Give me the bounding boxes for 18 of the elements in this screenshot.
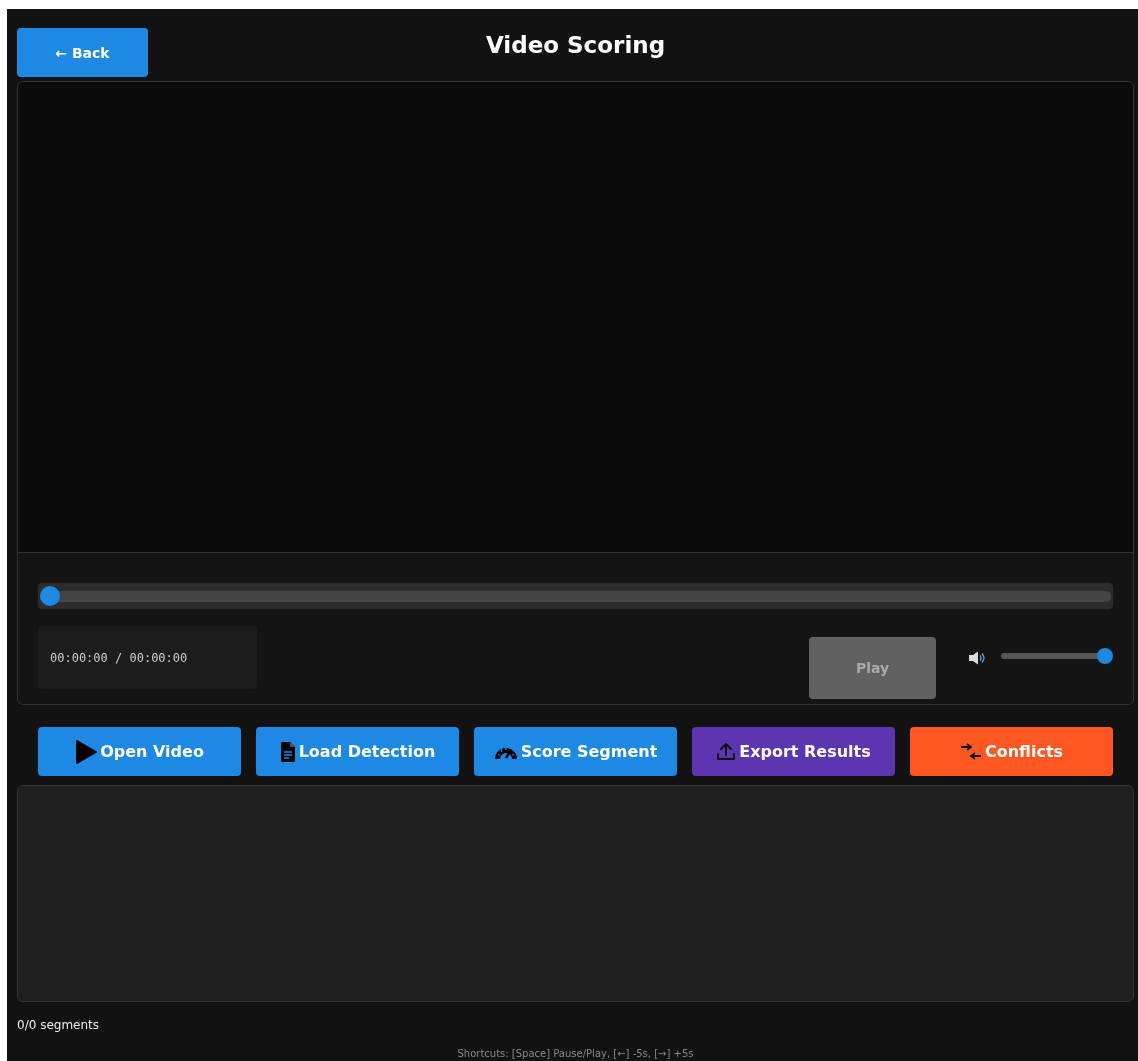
action-button[interactable]: Open Video [38,727,241,776]
upload-icon [716,741,737,762]
document-icon [279,740,296,763]
segment-count: 0/0 segments [17,1018,100,1032]
seek-thumb[interactable] [40,585,60,606]
arrows-icon [959,742,982,761]
speaker-icon [968,651,986,665]
action-button[interactable]: Conflicts [910,727,1113,776]
page-title: Video Scoring [485,32,666,58]
action-button[interactable]: Export Results [692,727,895,776]
volume-slider[interactable] [1001,648,1113,664]
action-button[interactable]: Score Segment [474,727,677,776]
time-display: 00:00:00 / 00:00:00 [38,626,257,689]
back-button[interactable]: ← Back [17,28,148,77]
play-icon [75,739,98,764]
action-button[interactable]: Load Detection [256,727,459,776]
volume-thumb[interactable] [1097,648,1113,664]
shortcuts-hint: Shortcuts: [Space] Pause/Play, [←] -5s, [→] +5s [456,1048,695,1059]
